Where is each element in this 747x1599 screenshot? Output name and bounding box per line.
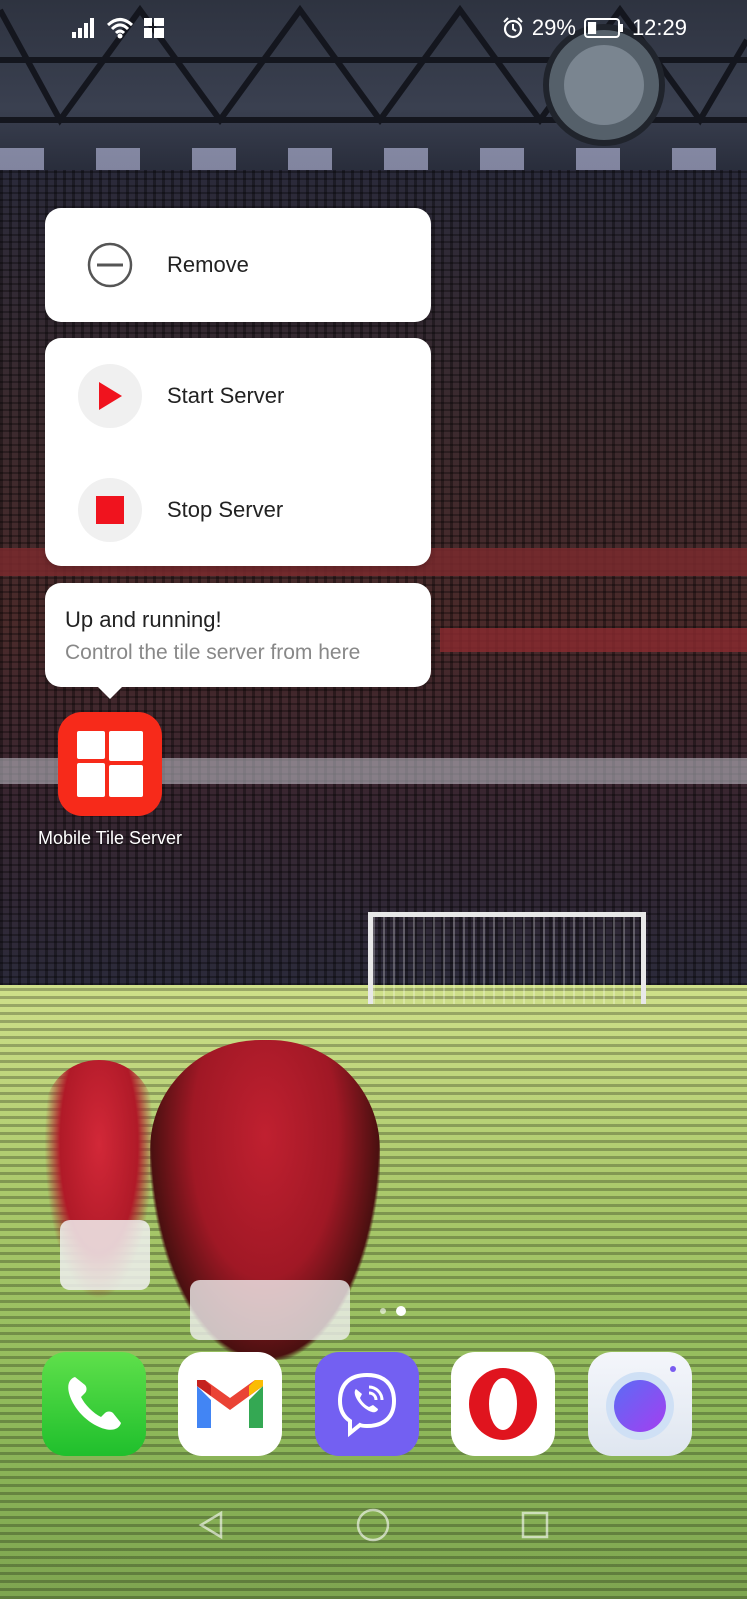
stop-icon-wrap xyxy=(78,478,142,542)
wallpaper-lights xyxy=(0,148,747,170)
browser-app[interactable] xyxy=(588,1352,692,1456)
recents-icon xyxy=(521,1511,549,1539)
wallpaper-banner xyxy=(440,628,747,652)
status-left xyxy=(72,16,164,40)
signal-icon xyxy=(72,18,94,38)
start-server-label: Start Server xyxy=(167,383,285,408)
remove-menu-item[interactable]: Remove xyxy=(45,208,431,322)
navigation-bar xyxy=(0,1490,747,1560)
phone-app[interactable] xyxy=(42,1352,146,1456)
mobile-tile-server-app-icon[interactable] xyxy=(58,712,162,816)
tooltip-subtitle: Control the tile server from here xyxy=(65,641,361,664)
browser-icon xyxy=(606,1366,676,1440)
alarm-icon xyxy=(503,17,523,39)
remove-label: Remove xyxy=(167,252,249,277)
home-button[interactable] xyxy=(348,1500,398,1550)
back-button[interactable] xyxy=(186,1500,236,1550)
phone-icon xyxy=(68,1377,121,1430)
remove-icon xyxy=(87,242,133,288)
status-bar: 29% 12:29 xyxy=(0,0,747,56)
remove-icon-wrap xyxy=(78,233,142,297)
page-dot-active[interactable] xyxy=(396,1306,406,1316)
tile-server-status-icon xyxy=(144,18,164,38)
shortcuts-card: Start Server Stop Server xyxy=(45,338,431,566)
start-icon-wrap xyxy=(78,364,142,428)
battery-icon xyxy=(583,18,623,38)
viber-app[interactable] xyxy=(315,1352,419,1456)
opera-icon xyxy=(469,1368,537,1440)
gmail-icon xyxy=(197,1380,263,1428)
back-icon xyxy=(198,1510,223,1540)
gmail-app[interactable] xyxy=(178,1352,282,1456)
stop-icon xyxy=(96,496,124,524)
status-right: 29% 12:29 xyxy=(502,14,687,42)
remove-card: Remove xyxy=(45,208,431,322)
page-indicator xyxy=(380,1306,406,1316)
start-server-item[interactable]: Start Server xyxy=(45,339,431,453)
opera-app[interactable] xyxy=(451,1352,555,1456)
wallpaper-player xyxy=(60,1220,150,1290)
wallpaper-players xyxy=(190,1280,350,1340)
battery-percent: 29% xyxy=(531,15,576,40)
play-icon xyxy=(99,382,122,410)
wallpaper-goal xyxy=(368,912,646,1004)
recents-button[interactable] xyxy=(510,1500,560,1550)
clock: 12:29 xyxy=(631,15,687,40)
status-tooltip[interactable]: Up and running! Control the tile server … xyxy=(45,583,431,699)
dock xyxy=(0,1352,747,1456)
wifi-icon xyxy=(106,18,134,39)
viber-icon xyxy=(337,1372,397,1438)
stop-server-item[interactable]: Stop Server xyxy=(45,453,431,567)
tile-grid-icon xyxy=(77,731,143,797)
home-icon xyxy=(356,1508,390,1542)
page-dot[interactable] xyxy=(380,1308,386,1314)
tooltip-title: Up and running! xyxy=(65,607,222,632)
app-label: Mobile Tile Server xyxy=(37,828,183,848)
stop-server-label: Stop Server xyxy=(167,497,284,522)
